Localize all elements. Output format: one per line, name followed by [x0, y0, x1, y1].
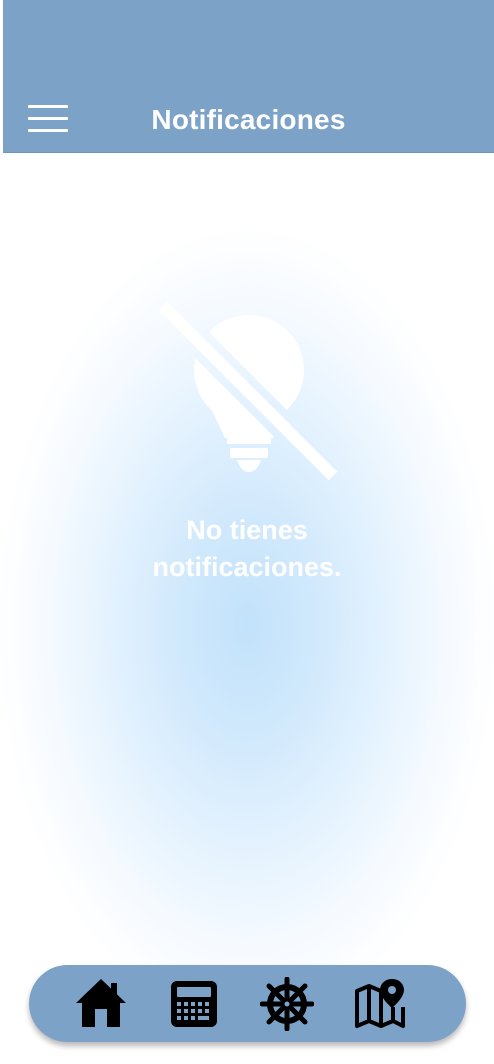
lightbulb-off-icon [157, 300, 342, 485]
bottom-navigation [29, 965, 466, 1042]
app-header: Notificaciones [3, 0, 494, 153]
calculator-icon [171, 981, 217, 1027]
map-pin-icon [355, 979, 405, 1028]
home-icon [76, 979, 126, 1027]
nav-home-button[interactable] [74, 977, 128, 1031]
nav-wheel-button[interactable] [260, 977, 314, 1031]
ship-wheel-icon [260, 977, 314, 1031]
empty-state-line2: notificaciones. [152, 552, 342, 582]
empty-state-line1: No tienes [186, 515, 308, 545]
page-title: Notificaciones [151, 104, 346, 135]
nav-map-button[interactable] [353, 977, 407, 1031]
notifications-screen: Notificaciones No tienes notificaciones. [0, 0, 494, 1064]
empty-state-message: No tienes notificaciones. [97, 512, 397, 586]
nav-calculator-button[interactable] [167, 977, 221, 1031]
